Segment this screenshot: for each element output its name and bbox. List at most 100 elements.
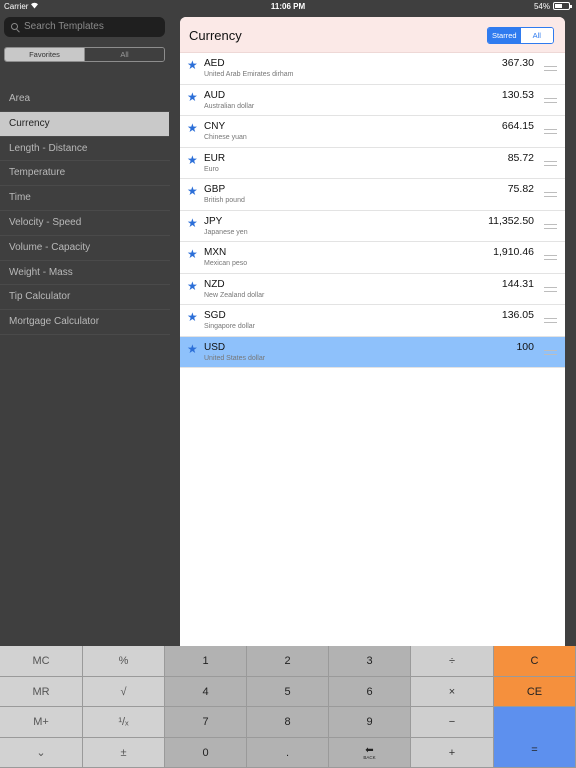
currency-code: NZD bbox=[204, 278, 225, 290]
currency-value[interactable]: 136.05 bbox=[502, 309, 534, 321]
digit-6-button[interactable]: 6 bbox=[329, 677, 411, 707]
sidebar: Search Templates Favorites All Area Curre… bbox=[0, 12, 170, 646]
currency-name: Mexican peso bbox=[204, 260, 248, 267]
backspace-label: BACK bbox=[363, 754, 376, 760]
conversion-panel: Currency Starred All ★ AED United Arab Emi… bbox=[180, 17, 565, 646]
digit-7-button[interactable]: 7 bbox=[165, 707, 247, 738]
clear-entry-button[interactable]: CE bbox=[494, 677, 576, 707]
star-icon[interactable]: ★ bbox=[187, 279, 198, 293]
reciprocal-button[interactable]: ¹/ₓ bbox=[83, 707, 165, 738]
currency-code: SGD bbox=[204, 310, 226, 321]
memory-plus-button[interactable]: M+ bbox=[0, 707, 83, 738]
currency-row[interactable]: ★ EUR Euro 85.72 bbox=[180, 148, 565, 179]
currency-code: EUR bbox=[204, 152, 226, 164]
currency-row[interactable]: ★ MXN Mexican peso 1,910.46 bbox=[180, 242, 565, 274]
drag-handle-icon[interactable] bbox=[544, 255, 557, 260]
currency-code: AUD bbox=[204, 89, 226, 101]
sidebar-item-length-distance[interactable]: Length - Distance bbox=[0, 137, 170, 162]
currency-row[interactable]: ★ SGD Singapore dollar 136.05 bbox=[180, 305, 565, 337]
currency-value[interactable]: 144.31 bbox=[502, 278, 534, 290]
currency-row[interactable]: ★ CNY Chinese yuan 664.15 bbox=[180, 116, 565, 148]
battery-percent: 54% bbox=[533, 2, 550, 11]
drag-handle-icon[interactable] bbox=[544, 349, 557, 355]
currency-code: GBP bbox=[204, 184, 226, 195]
digit-2-button[interactable]: 2 bbox=[247, 646, 329, 677]
digit-0-button[interactable]: 0 bbox=[165, 738, 247, 768]
favorites-all-toggle: Favorites All bbox=[4, 47, 165, 62]
currency-row[interactable]: ★ NZD New Zealand dollar 144.31 bbox=[180, 274, 565, 305]
star-icon[interactable]: ★ bbox=[187, 90, 198, 104]
drag-handle-icon[interactable] bbox=[544, 223, 557, 229]
currency-name: Chinese yuan bbox=[204, 134, 247, 141]
currency-row[interactable]: ★ GBP British pound 75.82 bbox=[180, 179, 565, 211]
digit-5-button[interactable]: 5 bbox=[247, 677, 329, 707]
sidebar-item-tip-calculator[interactable]: Tip Calculator bbox=[0, 285, 170, 311]
currency-value[interactable]: 130.53 bbox=[502, 89, 534, 101]
filter-all[interactable]: All bbox=[520, 28, 553, 43]
collapse-keypad-button[interactable]: ⌄ bbox=[0, 738, 83, 768]
currency-value[interactable]: 367.30 bbox=[502, 57, 534, 69]
percent-button[interactable]: % bbox=[83, 646, 165, 677]
star-icon[interactable]: ★ bbox=[187, 310, 198, 324]
minus-button[interactable]: − bbox=[411, 707, 494, 738]
sidebar-item-area[interactable]: Area bbox=[0, 87, 170, 112]
search-placeholder: Search Templates bbox=[24, 21, 104, 32]
star-icon[interactable]: ★ bbox=[187, 216, 198, 230]
memory-clear-button[interactable]: MC bbox=[0, 646, 83, 677]
currency-value[interactable]: 85.72 bbox=[508, 152, 534, 164]
drag-handle-icon[interactable] bbox=[544, 160, 557, 166]
multiply-button[interactable]: × bbox=[411, 677, 494, 707]
currency-row[interactable]: ★ AUD Australian dollar 130.53 bbox=[180, 85, 565, 116]
digit-3-button[interactable]: 3 bbox=[329, 646, 411, 677]
digit-1-button[interactable]: 1 bbox=[165, 646, 247, 677]
star-icon[interactable]: ★ bbox=[187, 121, 198, 135]
page-title: Currency bbox=[189, 28, 242, 43]
currency-row[interactable]: ★ USD United States dollar 100 bbox=[180, 336, 565, 368]
currency-row[interactable]: ★ JPY Japanese yen 11,352.50 bbox=[180, 211, 565, 242]
drag-handle-icon[interactable] bbox=[544, 192, 557, 197]
currency-name: Singapore dollar bbox=[204, 323, 255, 330]
currency-value[interactable]: 11,352.50 bbox=[488, 215, 534, 227]
memory-recall-button[interactable]: MR bbox=[0, 677, 83, 707]
sidebar-item-temperature[interactable]: Temperature bbox=[0, 161, 170, 187]
sidebar-item-currency[interactable]: Currency bbox=[0, 111, 169, 137]
currency-value[interactable]: 1,910.46 bbox=[493, 246, 534, 258]
clear-button[interactable]: C bbox=[494, 646, 576, 677]
sidebar-item-weight-mass[interactable]: Weight - Mass bbox=[0, 261, 170, 286]
sidebar-item-volume-capacity[interactable]: Volume - Capacity bbox=[0, 236, 170, 261]
currency-value[interactable]: 100 bbox=[516, 341, 534, 353]
star-icon[interactable]: ★ bbox=[187, 184, 198, 198]
drag-handle-icon[interactable] bbox=[544, 97, 557, 103]
tab-all[interactable]: All bbox=[84, 48, 164, 61]
drag-handle-icon[interactable] bbox=[544, 318, 557, 323]
tab-favorites[interactable]: Favorites bbox=[5, 48, 84, 61]
digit-4-button[interactable]: 4 bbox=[165, 677, 247, 707]
star-icon[interactable]: ★ bbox=[187, 58, 198, 72]
currency-value[interactable]: 664.15 bbox=[502, 120, 534, 132]
search-icon bbox=[11, 23, 18, 30]
drag-handle-icon[interactable] bbox=[544, 129, 557, 134]
filter-starred[interactable]: Starred bbox=[488, 28, 521, 43]
decimal-button[interactable]: . bbox=[247, 738, 329, 768]
currency-value[interactable]: 75.82 bbox=[508, 183, 534, 195]
drag-handle-icon[interactable] bbox=[544, 286, 557, 292]
sidebar-item-velocity-speed[interactable]: Velocity - Speed bbox=[0, 211, 170, 236]
search-input[interactable]: Search Templates bbox=[4, 17, 165, 37]
plus-button[interactable]: + bbox=[411, 738, 494, 768]
currency-row[interactable]: ★ AED United Arab Emirates dirham 367.30 bbox=[180, 53, 565, 85]
divide-button[interactable]: ÷ bbox=[411, 646, 494, 677]
digit-8-button[interactable]: 8 bbox=[247, 707, 329, 738]
star-icon[interactable]: ★ bbox=[187, 342, 198, 356]
sidebar-item-time[interactable]: Time bbox=[0, 186, 170, 211]
drag-handle-icon[interactable] bbox=[544, 66, 557, 71]
digit-9-button[interactable]: 9 bbox=[329, 707, 411, 738]
star-icon[interactable]: ★ bbox=[187, 153, 198, 167]
category-list: Area Currency Length - Distance Temperature… bbox=[0, 87, 170, 335]
square-root-button[interactable]: √ bbox=[83, 677, 165, 707]
equals-button[interactable]: = bbox=[494, 707, 576, 768]
backspace-button[interactable]: ⬅ BACK bbox=[329, 738, 411, 768]
currency-name: British pound bbox=[204, 197, 245, 204]
plus-minus-button[interactable]: ± bbox=[83, 738, 165, 768]
sidebar-item-mortgage-calculator[interactable]: Mortgage Calculator bbox=[0, 310, 170, 335]
star-icon[interactable]: ★ bbox=[187, 247, 198, 261]
